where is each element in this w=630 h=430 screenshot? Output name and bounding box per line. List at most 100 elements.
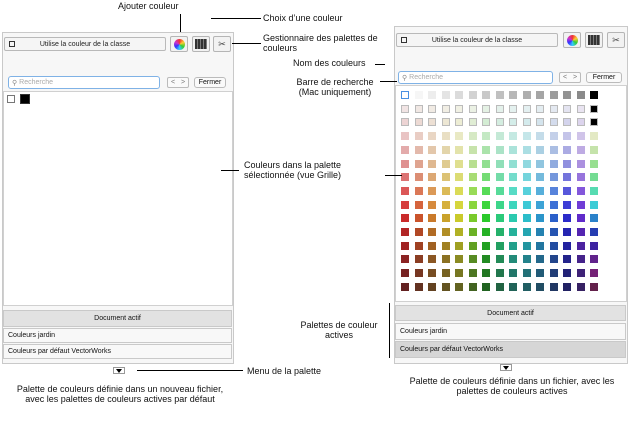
right-swatch[interactable] (401, 159, 409, 168)
right-swatch[interactable] (549, 214, 558, 223)
right-swatch[interactable] (414, 118, 423, 127)
right-swatch[interactable] (455, 214, 463, 223)
right-swatch[interactable] (590, 282, 598, 291)
right-swatch[interactable] (509, 159, 517, 168)
right-swatch[interactable] (414, 228, 423, 236)
right-swatch[interactable] (495, 269, 504, 278)
right-swatch[interactable] (563, 241, 571, 250)
right-swatch[interactable] (401, 186, 409, 195)
right-swatch[interactable] (522, 104, 531, 113)
right-swatch[interactable] (455, 132, 463, 141)
right-swatch[interactable] (563, 118, 571, 127)
right-swatch[interactable] (536, 104, 544, 113)
right-swatch[interactable] (495, 228, 504, 236)
right-swatch[interactable] (482, 282, 490, 291)
right-swatch[interactable] (590, 200, 598, 209)
right-swatch[interactable] (536, 186, 544, 195)
right-swatch[interactable] (536, 228, 544, 236)
right-swatch[interactable] (509, 186, 517, 195)
right-swatch[interactable] (455, 241, 463, 250)
right-swatch[interactable] (468, 200, 477, 209)
right-swatch[interactable] (468, 132, 477, 141)
right-swatch[interactable] (414, 145, 423, 154)
right-swatch[interactable] (509, 214, 517, 223)
right-swatch[interactable] (428, 104, 436, 113)
left-swatch-white[interactable] (7, 95, 15, 103)
right-swatch[interactable] (563, 91, 571, 99)
nav-prev-button[interactable]: < (563, 74, 567, 81)
right-swatch[interactable] (441, 214, 450, 223)
right-palette-manager-button[interactable]: ✂ (607, 32, 625, 48)
right-swatch[interactable] (590, 132, 598, 141)
right-swatch[interactable] (414, 173, 423, 182)
right-swatch[interactable] (522, 241, 531, 250)
right-swatch[interactable] (536, 255, 544, 264)
right-swatch[interactable] (509, 118, 517, 127)
right-swatch[interactable] (536, 118, 544, 127)
right-swatch[interactable] (563, 159, 571, 168)
right-swatch[interactable] (576, 269, 585, 278)
right-swatch[interactable] (482, 132, 490, 141)
right-swatch[interactable] (576, 228, 585, 236)
right-swatch[interactable] (509, 255, 517, 264)
left-choose-color-button[interactable] (192, 36, 210, 52)
right-swatch[interactable] (509, 91, 517, 99)
right-swatch[interactable] (441, 241, 450, 250)
right-swatch[interactable] (576, 282, 585, 291)
right-swatch[interactable] (590, 186, 598, 195)
right-swatch[interactable] (509, 269, 517, 278)
right-swatch[interactable] (468, 104, 477, 113)
right-swatch[interactable] (549, 269, 558, 278)
right-swatch[interactable] (441, 255, 450, 264)
right-swatch[interactable] (401, 118, 409, 127)
right-swatch[interactable] (428, 282, 436, 291)
right-swatch[interactable] (401, 282, 409, 291)
right-swatch[interactable] (590, 255, 598, 264)
right-swatch[interactable] (468, 159, 477, 168)
right-swatch[interactable] (563, 186, 571, 195)
right-swatch[interactable] (563, 132, 571, 141)
right-swatch[interactable] (495, 214, 504, 223)
right-swatch[interactable] (401, 214, 409, 223)
right-swatch[interactable] (401, 104, 409, 113)
right-swatch[interactable] (590, 104, 598, 113)
right-swatch[interactable] (455, 255, 463, 264)
right-swatch[interactable] (495, 159, 504, 168)
right-swatch[interactable] (549, 186, 558, 195)
right-swatch[interactable] (590, 214, 598, 223)
right-swatch[interactable] (428, 173, 436, 182)
left-palette-menu-button[interactable] (113, 367, 125, 374)
right-swatch[interactable] (441, 91, 450, 99)
right-swatch[interactable] (495, 118, 504, 127)
right-swatch[interactable] (563, 104, 571, 113)
right-swatch[interactable] (455, 200, 463, 209)
right-swatch[interactable] (576, 255, 585, 264)
right-swatch[interactable] (441, 132, 450, 141)
right-swatch[interactable] (482, 228, 490, 236)
right-swatch[interactable] (441, 145, 450, 154)
right-swatch[interactable] (549, 118, 558, 127)
right-swatch[interactable] (563, 200, 571, 209)
right-swatch[interactable] (536, 200, 544, 209)
right-swatch[interactable] (495, 186, 504, 195)
right-swatch[interactable] (482, 269, 490, 278)
right-swatch[interactable] (509, 241, 517, 250)
right-swatch[interactable] (590, 118, 598, 127)
right-swatch[interactable] (428, 132, 436, 141)
right-swatch[interactable] (482, 173, 490, 182)
right-swatch[interactable] (576, 214, 585, 223)
right-swatch[interactable] (428, 118, 436, 127)
right-swatch[interactable] (482, 104, 490, 113)
right-swatch[interactable] (549, 282, 558, 291)
right-swatch[interactable] (441, 159, 450, 168)
right-swatch[interactable] (455, 173, 463, 182)
right-swatch[interactable] (536, 282, 544, 291)
right-swatch[interactable] (455, 186, 463, 195)
right-swatch[interactable] (495, 200, 504, 209)
right-swatch[interactable] (576, 241, 585, 250)
right-swatch[interactable] (576, 118, 585, 127)
right-swatch[interactable] (549, 104, 558, 113)
right-swatch[interactable] (576, 104, 585, 113)
right-swatch[interactable] (441, 118, 450, 127)
right-swatch[interactable] (482, 145, 490, 154)
